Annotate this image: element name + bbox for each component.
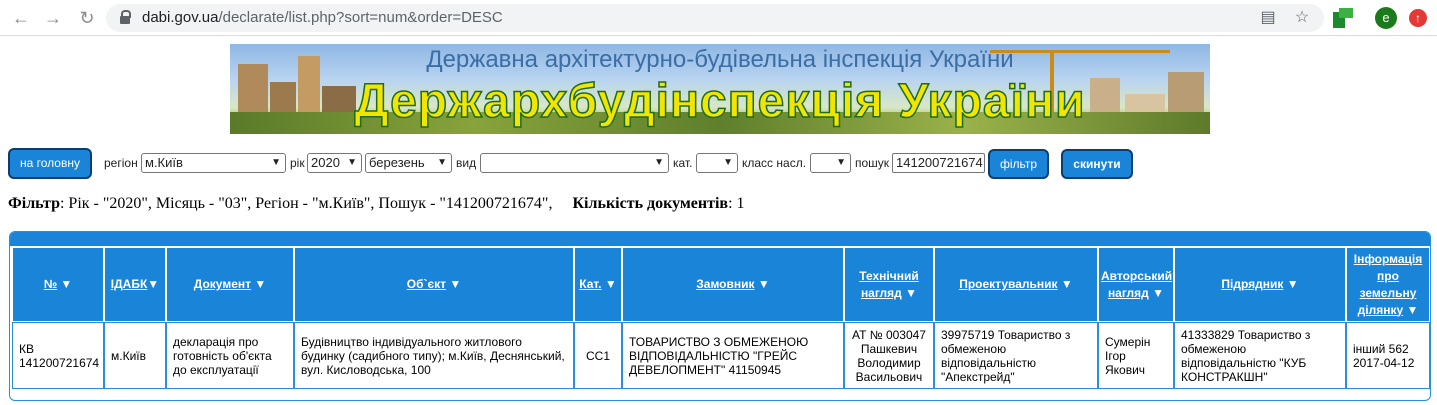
category-select[interactable]: ▼ bbox=[696, 153, 738, 173]
sort-desc-icon[interactable]: ▼ bbox=[147, 277, 159, 291]
class-label: класс насл. bbox=[742, 156, 807, 170]
url-text[interactable]: dabi.gov.ua/declarate/list.php?sort=num&… bbox=[142, 9, 503, 26]
sort-desc-icon[interactable]: ▼ bbox=[449, 277, 461, 291]
filter-button[interactable]: фільтр bbox=[988, 149, 1049, 179]
home-button[interactable]: на головну bbox=[8, 148, 92, 179]
region-select-value: м.Київ bbox=[145, 155, 183, 170]
reset-button[interactable]: скинути bbox=[1061, 149, 1133, 179]
column-header-category[interactable]: Кат. ▼ bbox=[574, 247, 622, 322]
reload-icon[interactable]: ↻ bbox=[76, 7, 98, 29]
profile-avatar[interactable]: e bbox=[1375, 7, 1397, 29]
column-header-designer[interactable]: Проектувальник ▼ bbox=[934, 247, 1098, 322]
filter-summary-text: : Рік - "2020", Місяць - "03", Регіон - … bbox=[59, 195, 553, 212]
column-header-land-info[interactable]: Інформація про земельну ділянку ▼ bbox=[1346, 247, 1430, 322]
column-header-number[interactable]: № ▼ bbox=[12, 247, 104, 322]
sort-link-idabk[interactable]: ІДАБК bbox=[111, 277, 148, 291]
url-host: dabi.gov.ua bbox=[142, 9, 219, 26]
lock-icon bbox=[120, 10, 131, 24]
table-cell-document: декларація про готовність об'єкта до екс… bbox=[166, 322, 294, 389]
region-label: регіон bbox=[104, 156, 138, 170]
table-cell-tech-supervision: АТ № 003047 Пашкевич Володимир Васильови… bbox=[844, 322, 934, 389]
table-cell-customer: ТОВАРИСТВО З ОБМЕЖЕНОЮ ВІДПОВІДАЛЬНІСТЮ … bbox=[622, 322, 844, 389]
sort-link-contractor[interactable]: Підрядник bbox=[1221, 277, 1283, 291]
filter-summary-label: Фільтр bbox=[8, 195, 60, 212]
filter-summary: Фільтр: Рік - "2020", Місяць - "03", Рег… bbox=[8, 195, 745, 213]
class-select[interactable]: ▼ bbox=[810, 153, 851, 173]
extension-icon[interactable] bbox=[1333, 8, 1353, 28]
table-cell-number: КВ 141200721674 bbox=[12, 322, 104, 389]
site-banner: Державна архітектурно-будівельна інспекц… bbox=[230, 44, 1210, 134]
sort-desc-icon[interactable]: ▼ bbox=[905, 286, 917, 300]
chevron-down-icon: ▼ bbox=[437, 157, 447, 168]
column-header-tech-supervision[interactable]: Технічний нагляд ▼ bbox=[844, 247, 934, 322]
banner-subtitle: Державна архітектурно-будівельна інспекц… bbox=[426, 46, 1014, 73]
url-path: /declarate/list.php?sort=num&order=DESC bbox=[218, 9, 503, 26]
category-label: кат. bbox=[673, 156, 693, 170]
sort-desc-icon[interactable]: ▼ bbox=[254, 277, 266, 291]
month-select-value: березень bbox=[369, 155, 425, 170]
year-select-value: 2020 bbox=[311, 155, 340, 170]
forward-arrow-icon[interactable]: → bbox=[42, 7, 64, 29]
sort-link-object[interactable]: Об`єкт bbox=[407, 277, 446, 291]
sort-desc-icon[interactable]: ▼ bbox=[1287, 277, 1299, 291]
column-header-idabk[interactable]: ІДАБК▼ bbox=[104, 247, 166, 322]
translate-icon[interactable]: ▤ bbox=[1258, 8, 1278, 28]
sort-link-category[interactable]: Кат. bbox=[579, 277, 601, 291]
chevron-down-icon: ▼ bbox=[836, 157, 846, 168]
sort-link-designer[interactable]: Проектувальник bbox=[959, 277, 1057, 291]
column-header-document[interactable]: Документ ▼ bbox=[166, 247, 294, 322]
table-cell-object: Будівництво індивідуального житлового бу… bbox=[294, 322, 574, 389]
sort-desc-icon[interactable]: ▼ bbox=[1061, 277, 1073, 291]
column-header-object[interactable]: Об`єкт ▼ bbox=[294, 247, 574, 322]
column-header-customer[interactable]: Замовник ▼ bbox=[622, 247, 844, 322]
browser-toolbar: ← → ↻ dabi.gov.ua/declarate/list.php?sor… bbox=[0, 0, 1437, 36]
table-cell-designer: 39975719 Товариство з обмеженою відповід… bbox=[934, 322, 1098, 389]
document-count-value: : 1 bbox=[728, 195, 745, 212]
column-header-contractor[interactable]: Підрядник ▼ bbox=[1174, 247, 1346, 322]
table-cell-contractor: 41333829 Товариство з обмеженою відповід… bbox=[1174, 322, 1346, 389]
region-select[interactable]: м.Київ ▼ bbox=[141, 153, 286, 173]
table-cell-land-info: інший 562 2017-04-12 bbox=[1346, 322, 1430, 389]
sort-desc-icon[interactable]: ▼ bbox=[1406, 303, 1418, 317]
year-label: рік bbox=[290, 156, 305, 170]
sort-desc-icon[interactable]: ▼ bbox=[1152, 286, 1164, 300]
month-select[interactable]: березень ▼ bbox=[365, 153, 452, 173]
filter-bar: на головну регіон м.Київ ▼ рік 2020 ▼ бере… bbox=[0, 148, 1437, 180]
column-header-author-supervision[interactable]: Авторський нагляд ▼ bbox=[1098, 247, 1174, 322]
year-select[interactable]: 2020 ▼ bbox=[307, 153, 362, 173]
search-label: пошук bbox=[855, 156, 890, 170]
sort-link-document[interactable]: Документ bbox=[194, 277, 251, 291]
sort-desc-icon[interactable]: ▼ bbox=[605, 277, 617, 291]
chevron-down-icon: ▼ bbox=[654, 157, 664, 168]
sort-desc-icon[interactable]: ▼ bbox=[758, 277, 770, 291]
update-icon[interactable]: ↑ bbox=[1409, 9, 1427, 27]
table-cell-author-supervision: Сумерін Ігор Якович bbox=[1098, 322, 1174, 389]
address-bar[interactable]: dabi.gov.ua/declarate/list.php?sort=num&… bbox=[106, 4, 1324, 32]
type-label: вид bbox=[456, 156, 477, 170]
sort-link-number[interactable]: № bbox=[44, 277, 57, 291]
back-arrow-icon[interactable]: ← bbox=[10, 7, 32, 29]
search-input[interactable]: 141200721674 bbox=[892, 153, 985, 173]
sort-link-customer[interactable]: Замовник bbox=[696, 277, 754, 291]
declarations-table: № ▼ ІДАБК▼ Документ ▼ Об`єкт ▼ Кат. ▼ За… bbox=[9, 231, 1431, 401]
chevron-down-icon: ▼ bbox=[723, 157, 733, 168]
chevron-down-icon: ▼ bbox=[347, 157, 357, 168]
sort-desc-icon[interactable]: ▼ bbox=[60, 277, 72, 291]
chevron-down-icon: ▼ bbox=[271, 157, 281, 168]
banner-title: Держархбудінспекція України bbox=[354, 74, 1086, 129]
table-cell-category: СС1 bbox=[574, 322, 622, 389]
table-cell-idabk: м.Київ bbox=[104, 322, 166, 389]
document-count-label: Кількість документів bbox=[572, 195, 729, 212]
type-select[interactable]: ▼ bbox=[480, 153, 669, 173]
table-top-bar bbox=[10, 232, 1430, 246]
star-icon[interactable]: ☆ bbox=[1292, 8, 1312, 28]
